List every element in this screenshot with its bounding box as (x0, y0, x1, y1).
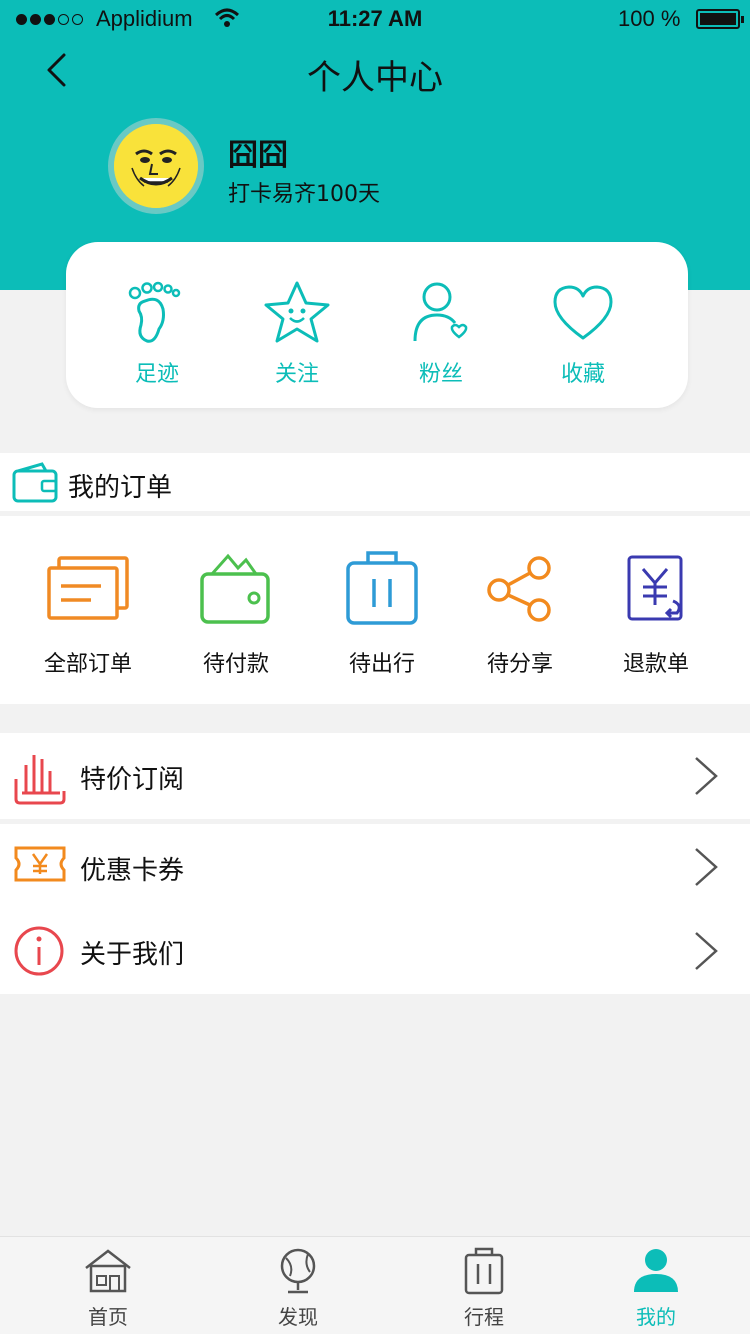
tab-mine[interactable]: 我的 (596, 1243, 716, 1330)
menu-item-special-subscription[interactable]: 特价订阅 (0, 733, 750, 819)
orders-icon (47, 556, 129, 620)
my-orders-header[interactable]: 我的订单 (0, 453, 750, 511)
coupon-icon (12, 840, 68, 892)
refund-icon (627, 555, 683, 621)
star-icon (264, 281, 330, 343)
tab-label: 发现 (278, 1305, 318, 1329)
bottom-tab-bar: 首页 发现 行程 我的 (0, 1236, 750, 1334)
quick-link-fans[interactable]: 粉丝 (386, 276, 496, 388)
chevron-right-icon (692, 846, 720, 892)
order-label: 待付款 (202, 652, 269, 677)
chevron-right-icon (692, 755, 720, 801)
info-icon (12, 924, 66, 982)
heart-icon (553, 285, 613, 340)
face-avatar-icon (114, 124, 198, 208)
quick-links-card: 足迹 关注 粉丝 收藏 (66, 242, 688, 408)
tab-itinerary[interactable]: 行程 (424, 1243, 544, 1330)
order-pending-payment[interactable]: 待付款 (166, 544, 306, 678)
luggage-icon (346, 551, 418, 625)
status-bar: Applidium 11:27 AM 100 % (0, 0, 750, 40)
wallet-icon (200, 553, 270, 624)
user-subtitle: 打卡易齐100天 (228, 182, 380, 207)
luggage-icon (464, 1247, 504, 1295)
tab-discover[interactable]: 发现 (238, 1243, 358, 1330)
quick-link-label: 足迹 (134, 362, 179, 387)
order-upcoming-trip[interactable]: 待出行 (312, 544, 452, 678)
order-label: 待出行 (348, 652, 415, 677)
wallet-icon (12, 461, 58, 509)
order-all[interactable]: 全部订单 (18, 544, 158, 678)
navigation-bar: 个人中心 (0, 40, 750, 100)
tab-label: 我的 (636, 1305, 676, 1329)
menu-item-about-us[interactable]: 关于我们 (0, 908, 750, 994)
battery-percent: 100 % (618, 6, 681, 31)
quick-link-footprint[interactable]: 足迹 (102, 276, 212, 388)
menu-item-label: 特价订阅 (80, 765, 185, 795)
share-icon (487, 556, 551, 622)
quick-link-label: 收藏 (560, 362, 605, 387)
order-refund[interactable]: 退款单 (586, 544, 726, 678)
hot-deal-icon (12, 749, 68, 809)
tab-home[interactable]: 首页 (48, 1243, 168, 1330)
menu-item-label: 关于我们 (80, 940, 185, 970)
tab-label: 首页 (88, 1305, 128, 1329)
order-status-grid: 全部订单 待付款 待出行 待分享 退款单 (0, 516, 750, 704)
quick-link-label: 关注 (274, 362, 319, 387)
quick-link-label: 粉丝 (418, 362, 463, 387)
chevron-right-icon (692, 930, 720, 976)
user-name: 囧囧 (228, 138, 288, 173)
globe-icon (280, 1248, 316, 1294)
order-label: 待分享 (486, 652, 553, 677)
avatar[interactable] (108, 118, 204, 214)
order-label: 全部订单 (43, 652, 132, 677)
user-icon (634, 1249, 678, 1292)
order-to-share[interactable]: 待分享 (450, 544, 590, 678)
menu-item-coupons[interactable]: 优惠卡券 (0, 824, 750, 910)
menu-item-label: 优惠卡券 (80, 856, 185, 886)
my-orders-title: 我的订单 (68, 473, 173, 503)
footprint-icon (128, 281, 181, 343)
page-title: 个人中心 (307, 58, 443, 98)
fans-icon (413, 282, 468, 342)
quick-link-follow[interactable]: 关注 (242, 276, 352, 388)
tab-label: 行程 (464, 1305, 504, 1329)
order-label: 退款单 (622, 652, 689, 677)
quick-link-favorites[interactable]: 收藏 (528, 276, 638, 388)
home-icon (85, 1249, 131, 1293)
battery-icon (696, 9, 744, 29)
